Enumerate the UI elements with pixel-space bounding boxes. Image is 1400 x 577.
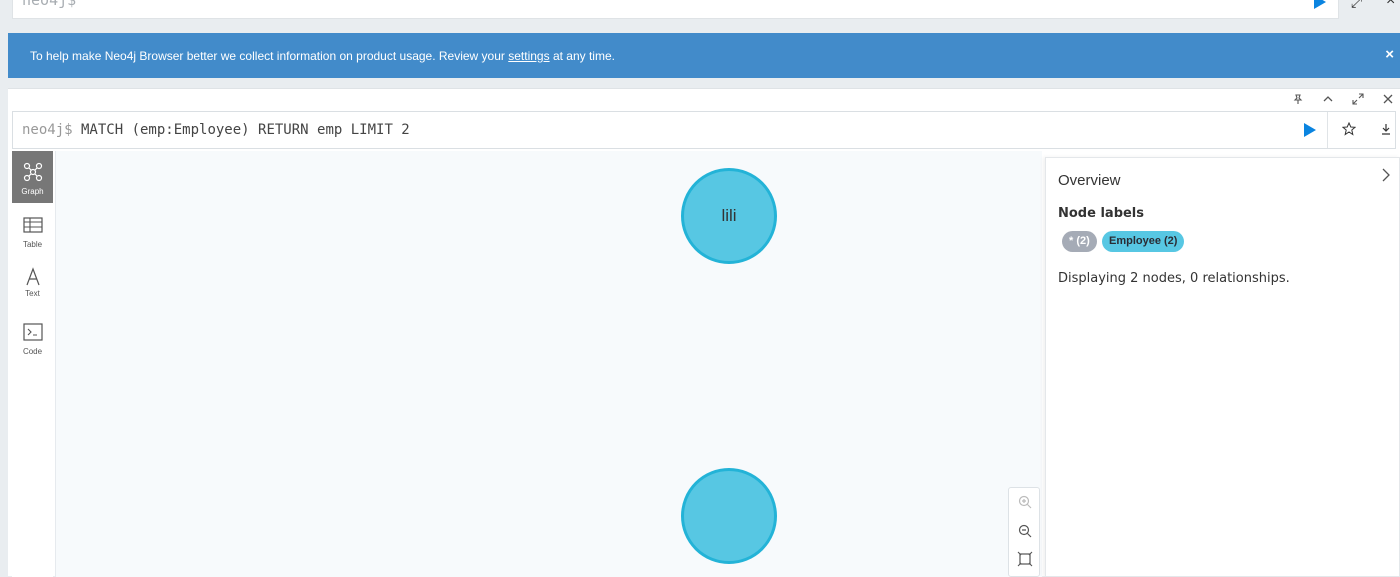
collapse-icon[interactable]: [1320, 93, 1336, 109]
banner-close-button[interactable]: ×: [1385, 46, 1394, 63]
close-frame-icon[interactable]: [1380, 93, 1396, 109]
graph-node[interactable]: lili: [681, 168, 777, 264]
text-icon: [26, 267, 40, 286]
node-labels-heading: Node labels: [1058, 206, 1145, 221]
favorite-star-icon[interactable]: [1340, 121, 1358, 140]
table-view-tab[interactable]: Table: [12, 205, 53, 257]
chevron-right-icon[interactable]: [1381, 167, 1391, 188]
previous-query-editor[interactable]: neo4j$: [12, 0, 1339, 19]
query-editor[interactable]: neo4j$ MATCH (emp:Employee) RETURN emp L…: [12, 111, 1396, 149]
settings-link[interactable]: settings: [508, 49, 549, 63]
run-icon[interactable]: [1313, 0, 1327, 15]
graph-view-tab[interactable]: Graph: [12, 151, 53, 203]
pin-icon[interactable]: [1290, 93, 1306, 109]
query-text[interactable]: neo4j$ MATCH (emp:Employee) RETURN emp L…: [22, 122, 410, 138]
graph-icon: [23, 162, 43, 182]
graph-node[interactable]: [681, 468, 777, 564]
expand-icon[interactable]: ⤢: [1351, 0, 1362, 11]
frame-controls: [1290, 93, 1400, 109]
overview-title: Overview: [1058, 172, 1121, 189]
run-query-button[interactable]: [1301, 122, 1319, 140]
label-pill-employee[interactable]: Employee (2): [1102, 231, 1185, 252]
zoom-controls: [1008, 487, 1040, 577]
banner-message: To help make Neo4j Browser better we col…: [30, 49, 615, 63]
text-view-tab[interactable]: Text: [12, 259, 53, 311]
editor-prompt: neo4j$: [22, 0, 77, 9]
code-icon: [23, 323, 43, 341]
result-frame: neo4j$ MATCH (emp:Employee) RETURN emp L…: [8, 88, 1400, 577]
download-icon[interactable]: [1377, 122, 1395, 140]
overview-panel: Overview Node labels * (2) Employee (2) …: [1045, 157, 1400, 577]
fit-to-screen-icon[interactable]: [1017, 551, 1033, 567]
nav-label: Table: [22, 240, 43, 249]
nav-label: Text: [25, 289, 40, 298]
label-pill-all[interactable]: * (2): [1062, 231, 1097, 252]
fullscreen-icon[interactable]: [1350, 93, 1366, 109]
close-icon[interactable]: ×: [1386, 0, 1395, 10]
result-summary: Displaying 2 nodes, 0 relationships.: [1058, 271, 1290, 286]
zoom-in-icon[interactable]: [1017, 494, 1033, 510]
table-icon: [23, 217, 43, 233]
code-view-tab[interactable]: Code: [12, 313, 53, 365]
nav-label: Graph: [21, 187, 44, 196]
graph-canvas[interactable]: lili: [55, 151, 1042, 577]
view-switcher: Graph Table Text Code: [12, 151, 53, 577]
usage-banner: To help make Neo4j Browser better we col…: [8, 33, 1400, 78]
nav-label: Code: [22, 347, 43, 356]
editor-divider: [1327, 112, 1328, 148]
zoom-out-icon[interactable]: [1017, 523, 1033, 539]
